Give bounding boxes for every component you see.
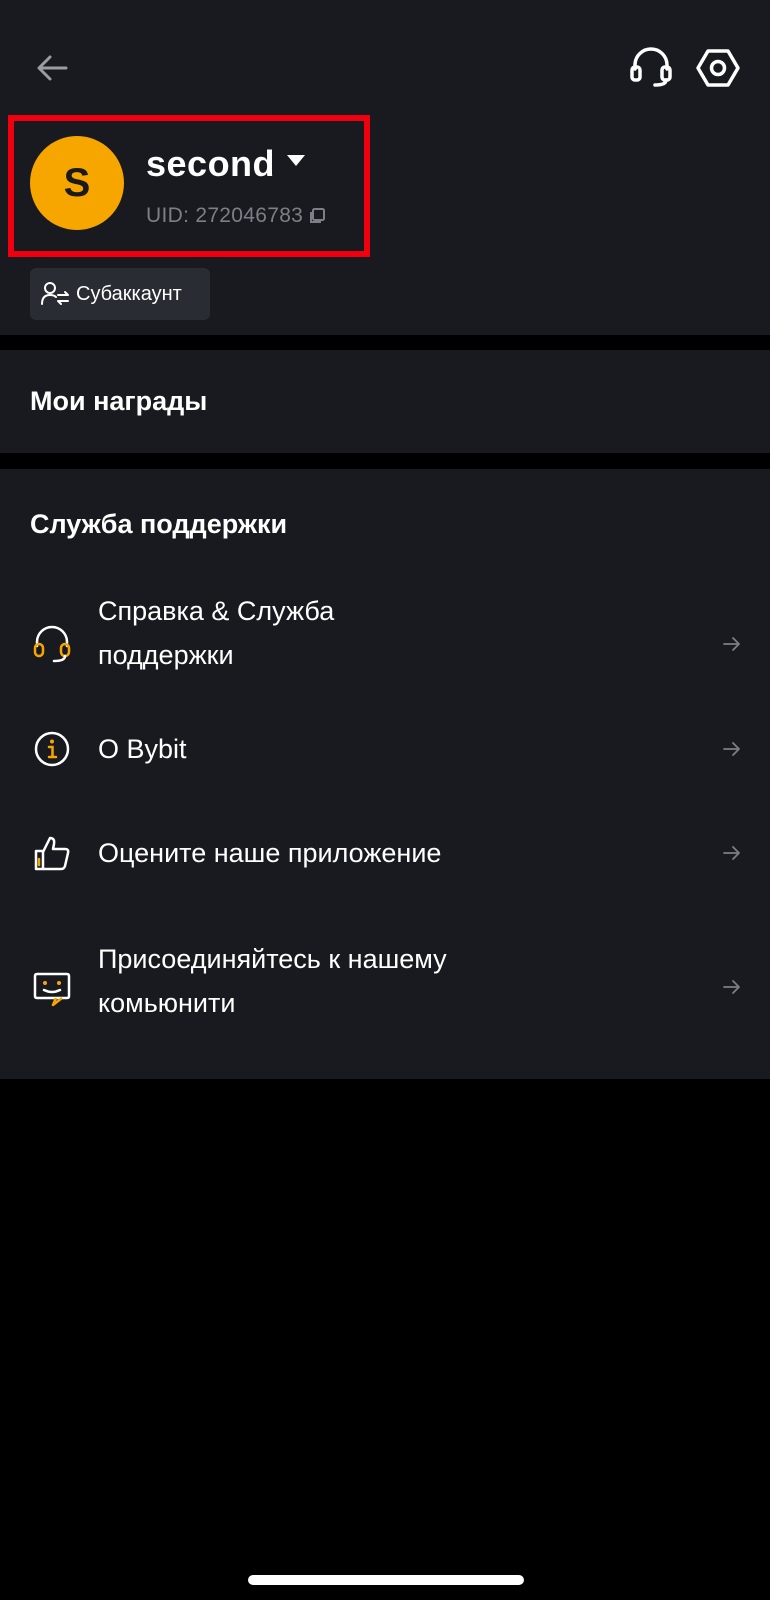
menu-item-help-support[interactable]: Справка & Служба поддержки [0,589,770,699]
arrow-right-icon [723,980,740,994]
chat-smile-icon [30,967,74,1011]
thumbs-up-icon [30,831,74,875]
menu-item-rate-app[interactable]: Оцените наше приложение [0,823,770,883]
arrow-right-icon [723,637,740,651]
arrow-right-icon [723,846,740,860]
switch-user-icon [41,282,69,305]
menu-item-about[interactable]: О Bybit [0,719,770,779]
arrow-left-icon [37,55,68,81]
support-button[interactable] [628,44,674,90]
subaccount-button[interactable]: Субаккаунт [30,268,210,320]
profile-header: S second UID: 272046783 Субаккаунт [0,0,770,335]
arrow-right-icon [723,742,740,756]
caret-down-icon [287,154,306,166]
uid-text: UID: 272046783 [146,204,304,227]
settings-button[interactable] [694,44,742,92]
support-section: Служба поддержки Справка & Служба поддер… [0,469,770,1079]
info-icon [30,727,74,771]
menu-item-label: Присоединяйтесь к нашему комьюнити [98,944,447,1018]
home-indicator[interactable] [248,1575,524,1585]
rewards-title: Мои награды [30,386,208,416]
avatar[interactable]: S [30,136,124,230]
support-section-title: Служба поддержки [30,509,288,539]
menu-item-label: О Bybit [98,734,187,764]
headset-icon [30,622,74,666]
back-button[interactable] [30,46,74,90]
my-rewards-item[interactable]: Мои награды [0,350,770,453]
copy-icon[interactable] [307,206,327,226]
menu-item-label: Справка & Служба поддержки [98,596,335,670]
hex-gear-icon [696,49,740,87]
menu-item-community[interactable]: Присоединяйтесь к нашему комьюнити [0,944,770,1069]
menu-item-label: Оцените наше приложение [98,838,442,868]
username: second [146,143,276,184]
account-switcher[interactable]: second [146,143,306,185]
profile-screen: S second UID: 272046783 Субаккаунт Мои н… [0,0,770,1600]
subaccount-label: Субаккаунт [76,282,182,305]
uid-row: UID: 272046783 [146,204,327,228]
headset-icon [630,47,672,87]
